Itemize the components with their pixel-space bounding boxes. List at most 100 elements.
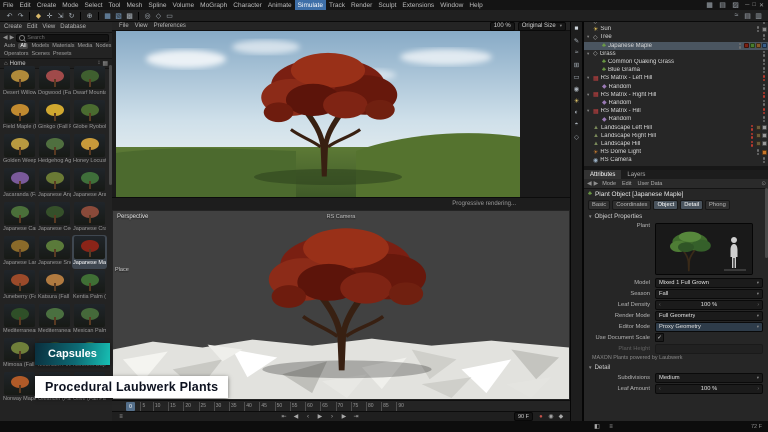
back-icon[interactable]: ◀ bbox=[3, 34, 8, 41]
visibility-dots[interactable] bbox=[763, 75, 766, 81]
rotate-icon[interactable]: ↻ bbox=[66, 11, 77, 21]
environment-icon[interactable]: ◓ bbox=[572, 120, 582, 129]
asset-item[interactable]: Mimosa (Fall Plant) bbox=[2, 337, 37, 371]
object-row[interactable]: ▲Landscape Right Hill bbox=[584, 132, 768, 140]
asset-item[interactable]: Dwarf Mountain Pine (Fall Plant) bbox=[72, 65, 107, 99]
visibility-dot[interactable] bbox=[739, 43, 742, 46]
keyframe-icon[interactable]: ◆ bbox=[556, 413, 566, 421]
redo-icon[interactable]: ↷ bbox=[15, 11, 26, 21]
menu-extensions[interactable]: Extensions bbox=[399, 0, 437, 10]
menu-help[interactable]: Help bbox=[466, 0, 485, 10]
light-icon[interactable]: ☀ bbox=[572, 96, 582, 105]
camera-icon[interactable]: ◉ bbox=[572, 84, 582, 93]
render-view-icon[interactable]: ▦ bbox=[102, 11, 113, 21]
asset-item[interactable]: Jacaranda (Fall Plant) bbox=[2, 167, 37, 201]
tab-coordinates[interactable]: Coordinates bbox=[612, 200, 651, 210]
visibility-dot[interactable] bbox=[763, 95, 766, 98]
spline-icon[interactable]: ≈ bbox=[572, 48, 582, 57]
group-detail[interactable]: ▼ Detail bbox=[584, 362, 768, 372]
menu-edit[interactable]: Edit bbox=[16, 0, 33, 10]
filter-models[interactable]: Models bbox=[31, 43, 49, 49]
visibility-dots[interactable] bbox=[751, 133, 754, 139]
menu-file[interactable]: File bbox=[0, 0, 16, 10]
menu-track[interactable]: Track bbox=[326, 0, 348, 10]
object-tag[interactable] bbox=[744, 43, 749, 48]
asset-item[interactable]: Katsura (Fall Plant) bbox=[37, 269, 72, 303]
spinner-down-icon[interactable]: ‹ bbox=[659, 302, 661, 308]
asset-item[interactable]: Dogwood (Fall Plant) bbox=[37, 65, 72, 99]
coordinate-system-icon[interactable]: ⊕ bbox=[84, 11, 95, 21]
asset-item[interactable]: Japanese Aralia (Fall Plant) bbox=[72, 167, 107, 201]
object-tag[interactable] bbox=[762, 141, 767, 146]
visibility-dot[interactable] bbox=[751, 141, 754, 144]
filter-materials[interactable]: Materials bbox=[52, 43, 74, 49]
asset-item[interactable]: Japanese Crab Apple (Fall Plant) bbox=[72, 201, 107, 235]
attr-menu-user-data[interactable]: User Data bbox=[636, 181, 665, 187]
snap-icon[interactable]: ◇ bbox=[153, 11, 164, 21]
history-icon[interactable]: ≡ bbox=[606, 423, 616, 431]
menu-spline[interactable]: Spline bbox=[145, 0, 169, 10]
extrude-icon[interactable]: ▭ bbox=[572, 72, 582, 81]
menu-window[interactable]: Window bbox=[437, 0, 466, 10]
forward-icon[interactable]: ▶ bbox=[594, 180, 599, 187]
visibility-dot[interactable] bbox=[757, 30, 760, 33]
menu-mograph[interactable]: MoGraph bbox=[197, 0, 230, 10]
asset-item[interactable]: Japanese Camellia (Fall Plant) bbox=[2, 201, 37, 235]
render-mode-dropdown[interactable]: Full Geometry▾ bbox=[655, 311, 763, 321]
visibility-dot[interactable] bbox=[763, 87, 766, 90]
tab-layers[interactable]: Layers bbox=[621, 170, 651, 179]
asset-menu-view[interactable]: View bbox=[42, 24, 55, 30]
visibility-dot[interactable] bbox=[763, 34, 766, 37]
leaf-amount-field[interactable]: ‹100 %› bbox=[655, 384, 763, 394]
visibility-dot[interactable] bbox=[739, 46, 742, 49]
move-icon[interactable]: ✛ bbox=[44, 11, 55, 21]
asset-item[interactable]: Japanese Snowbell (Fall Plant) bbox=[37, 235, 72, 269]
tab-object[interactable]: Object bbox=[653, 200, 678, 210]
renderview-menu-preferences[interactable]: Preferences bbox=[151, 23, 189, 29]
object-row[interactable]: ◆Random bbox=[584, 83, 768, 91]
undo-icon[interactable]: ↶ bbox=[4, 11, 15, 21]
renderview-menu-file[interactable]: File bbox=[116, 23, 132, 29]
asset-menu-create[interactable]: Create bbox=[4, 24, 22, 30]
visibility-dot[interactable] bbox=[757, 149, 760, 152]
forward-icon[interactable]: ▶ bbox=[10, 34, 15, 41]
spinner-up-icon[interactable]: › bbox=[757, 302, 759, 308]
pen-tool-icon[interactable]: ✎ bbox=[572, 36, 582, 45]
viewport[interactable]: Perspective RS Camera Place bbox=[112, 210, 570, 400]
visibility-dots[interactable] bbox=[751, 125, 754, 131]
visibility-dots[interactable] bbox=[763, 59, 766, 65]
interface-layout-icon[interactable]: ▤ bbox=[717, 0, 728, 10]
tab-phong[interactable]: Phong bbox=[705, 200, 730, 210]
asset-item[interactable]: Norway Maple (Fall Plant) bbox=[2, 371, 37, 405]
object-row[interactable]: ◆Random bbox=[584, 99, 768, 107]
attr-menu-mode[interactable]: Mode bbox=[600, 181, 618, 187]
zoom-level[interactable]: 100 % bbox=[490, 22, 515, 31]
filter-media[interactable]: Media bbox=[78, 43, 93, 49]
object-tag[interactable] bbox=[762, 125, 767, 130]
object-tag[interactable] bbox=[762, 27, 767, 32]
object-row[interactable]: ♣Japanese Maple bbox=[584, 42, 768, 50]
asset-item[interactable]: Golden Weeping Willow (Fall Plant) bbox=[2, 133, 37, 167]
visibility-dot[interactable] bbox=[763, 51, 766, 54]
scale-icon[interactable]: ⇲ bbox=[55, 11, 66, 21]
asset-item[interactable]: Mexican Palmetto (Fall Plant) bbox=[72, 303, 107, 337]
render-view-canvas[interactable] bbox=[116, 31, 520, 197]
asset-item[interactable]: Mediterranean Cypress (Fall Plant) bbox=[2, 303, 37, 337]
visibility-dot[interactable] bbox=[763, 75, 766, 78]
asset-menu-database[interactable]: Database bbox=[60, 24, 86, 30]
visibility-dots[interactable] bbox=[757, 26, 760, 32]
asset-item[interactable]: Japanese Larch (Fall Plant) bbox=[2, 235, 37, 269]
modeling-axis-icon[interactable]: ◎ bbox=[142, 11, 153, 21]
layout-switch-icon[interactable]: ▤ bbox=[742, 11, 753, 21]
asset-menu-edit[interactable]: Edit bbox=[27, 24, 37, 30]
object-tag[interactable] bbox=[756, 125, 761, 130]
object-row[interactable]: ◉RS Camera bbox=[584, 156, 768, 164]
visibility-dots[interactable] bbox=[763, 51, 766, 57]
panel-arrange-icon[interactable]: ▥ bbox=[753, 11, 764, 21]
live-selection-icon[interactable]: ◆ bbox=[33, 11, 44, 21]
workplane-icon[interactable]: ▭ bbox=[164, 11, 175, 21]
filter-operators[interactable]: Operators bbox=[4, 51, 28, 57]
next-key-icon[interactable]: ▶ bbox=[339, 413, 349, 421]
visibility-dot[interactable] bbox=[763, 116, 766, 119]
object-tag[interactable] bbox=[756, 141, 761, 146]
